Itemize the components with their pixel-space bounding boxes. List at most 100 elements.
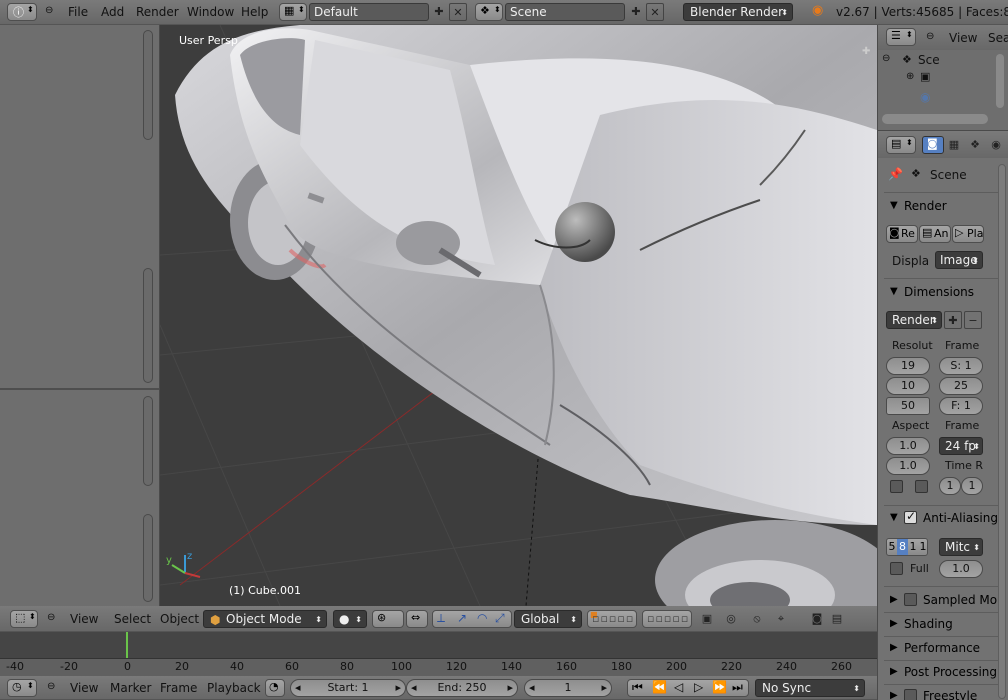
menu-frame[interactable]: Frame (160, 681, 197, 695)
expand-icon[interactable]: ⊕ (906, 71, 914, 82)
mode-selector[interactable]: ⬢ Object Mode ⬍ (203, 610, 327, 628)
screen-layout-selector[interactable]: ▦ ⬍ (279, 3, 307, 21)
pin-icon[interactable]: 📌 (888, 167, 903, 181)
auto-keying-button[interactable]: ◔ (265, 679, 285, 697)
proportional-edit-icon[interactable]: ◎ (722, 610, 740, 628)
menu-help[interactable]: Help (241, 5, 268, 19)
pivot-point-selector[interactable]: ⊛ (372, 610, 404, 628)
context-scene-icon[interactable]: ❖ (966, 136, 984, 154)
outliner-scrollbar[interactable] (996, 54, 1004, 108)
time-new-field[interactable]: 1 (961, 477, 983, 495)
rotate-icon[interactable]: ◠ (477, 611, 487, 625)
context-render-tab[interactable]: ◙ (922, 136, 944, 154)
tool-options-scrollbar[interactable] (143, 396, 153, 486)
aspect-y-field[interactable]: 1.0 (886, 457, 930, 475)
crop-checkbox[interactable] (915, 480, 928, 493)
translate-icon[interactable]: ⟂ (437, 611, 445, 626)
start-frame-field[interactable]: ◂ Start: 1 ▸ (290, 679, 406, 697)
menu-view[interactable]: View (70, 681, 98, 695)
layer-lock-icon[interactable]: ▣ (698, 610, 716, 628)
render-anim-icon[interactable]: ▤ (828, 610, 846, 628)
context-world-icon[interactable]: ◉ (987, 136, 1005, 154)
properties-toggle-icon[interactable]: ✚ (862, 46, 870, 57)
editor-type-timeline[interactable]: ◷ ⬍ (7, 679, 37, 697)
menu-add[interactable]: Add (101, 5, 124, 19)
end-frame-field[interactable]: ◂ End: 250 ▸ (406, 679, 518, 697)
render-preset-selector[interactable]: Render ⬍ (886, 311, 942, 329)
render-layers-icon[interactable]: ▣ (920, 70, 930, 83)
menu-marker[interactable]: Marker (110, 681, 151, 695)
editor-type-button[interactable]: ⓘ ⬍ (7, 3, 37, 21)
outliner-hscrollbar[interactable] (882, 114, 988, 124)
time-old-field[interactable]: 1 (939, 477, 961, 495)
menu-object[interactable]: Object (160, 612, 199, 626)
next-keyframe-icon[interactable]: ⏩ (712, 680, 727, 694)
freestyle-checkbox[interactable] (904, 689, 917, 700)
render-still-icon[interactable]: ◙ (808, 610, 826, 628)
current-frame-field[interactable]: ◂ 1 ▸ (524, 679, 612, 697)
add-scene-icon[interactable]: ✚ (627, 3, 645, 21)
aa-filter-selector[interactable]: Mitc ⬍ (939, 538, 983, 556)
collapse-menu-icon[interactable]: ⊖ (47, 612, 55, 623)
aa-samples-5[interactable]: 5 (887, 539, 897, 555)
aa-samples-selector[interactable]: 5 8 1 1 (886, 538, 928, 556)
shading-panel-header[interactable]: ▶ Shading (878, 614, 1008, 636)
layer-buttons-group-1[interactable]: ■ ▫▫▫▫▫ (587, 610, 637, 628)
freestyle-panel-header[interactable]: ▶ Freestyle (878, 686, 1008, 700)
render-animation-button[interactable]: ▤ An (919, 225, 951, 243)
viewport-shading-selector[interactable]: ● ⬍ (333, 610, 367, 628)
scale-icon[interactable]: ⤢ (495, 611, 505, 626)
collapse-menu-icon[interactable]: ⊖ (926, 31, 934, 42)
anti-aliasing-panel-header[interactable]: ▼ ✓ Anti-Aliasing (878, 508, 1008, 530)
frame-step-field[interactable]: F: 1 (939, 397, 983, 415)
tool-shelf-scrollbar[interactable] (143, 30, 153, 140)
border-checkbox[interactable] (890, 480, 903, 493)
display-mode-selector[interactable]: Image ⬍ (935, 251, 983, 269)
add-layout-icon[interactable]: ✚ (430, 3, 448, 21)
transform-orientation-selector[interactable]: Global ⬍ (514, 610, 582, 628)
collapse-menu-icon[interactable]: ⊖ (45, 5, 53, 16)
render-engine-selector[interactable]: Blender Render ⬍ (683, 3, 793, 21)
resolution-y-field[interactable]: 10 (886, 377, 930, 395)
editor-type-outliner[interactable]: ☰ ⬍ (886, 28, 916, 46)
frame-rate-selector[interactable]: 24 fp ⬍ (939, 437, 983, 455)
outliner-search[interactable]: Sear (988, 31, 1008, 45)
layer-buttons-group-2[interactable]: ▫▫▫▫▫ (642, 610, 692, 628)
aa-samples-8[interactable]: 8 (897, 539, 908, 555)
timeline-ruler[interactable]: -40 -20 0 20 40 60 80 100 120 140 160 18… (0, 658, 877, 676)
scene-selector[interactable]: ❖ ⬍ (475, 3, 503, 21)
full-sample-checkbox[interactable] (890, 562, 903, 575)
move-icon[interactable]: ↗ (457, 611, 467, 625)
resolution-x-field[interactable]: 19 (886, 357, 930, 375)
render-panel-header[interactable]: ▼ Render (878, 196, 1008, 218)
screen-layout-name[interactable]: Default (309, 3, 429, 21)
jump-start-icon[interactable]: ⏮ (632, 680, 643, 695)
performance-panel-header[interactable]: ▶ Performance (878, 638, 1008, 660)
add-preset-icon[interactable]: ✚ (944, 311, 962, 329)
menu-select[interactable]: Select (114, 612, 151, 626)
menu-view[interactable]: View (949, 31, 977, 45)
snap-element-icon[interactable]: ⌖ (772, 610, 790, 628)
menu-render[interactable]: Render (136, 5, 179, 19)
frame-end-field[interactable]: 25 (939, 377, 983, 395)
prev-keyframe-icon[interactable]: ⏪ (652, 680, 667, 694)
outliner-scene-item[interactable]: Sce (918, 53, 940, 67)
current-frame-marker[interactable] (126, 632, 128, 658)
manipulator-toggle[interactable]: ⇔ (406, 610, 428, 628)
dimensions-panel-header[interactable]: ▼ Dimensions (878, 282, 1008, 304)
sync-mode-selector[interactable]: No Sync ⬍ (755, 679, 865, 697)
world-icon[interactable]: ◉ (920, 90, 930, 104)
tool-shelf-scrollbar-lower[interactable] (143, 268, 153, 383)
motion-blur-checkbox[interactable] (904, 593, 917, 606)
editor-type-3dview[interactable]: ⬚ ⬍ (10, 610, 38, 628)
remove-preset-icon[interactable]: − (964, 311, 982, 329)
editor-type-properties[interactable]: ▤ ⬍ (886, 136, 916, 154)
sampled-motion-blur-panel-header[interactable]: ▶ Sampled Mo (878, 590, 1008, 612)
aa-filter-size-field[interactable]: 1.0 (939, 560, 983, 578)
expand-icon[interactable]: ⊖ (882, 53, 890, 64)
frame-start-field[interactable]: S: 1 (939, 357, 983, 375)
collapse-menu-icon[interactable]: ⊖ (47, 681, 55, 692)
render-image-button[interactable]: ◙ Re (886, 225, 918, 243)
jump-end-icon[interactable]: ⏭ (732, 680, 743, 695)
resolution-pct-field[interactable]: 50 (886, 397, 930, 415)
